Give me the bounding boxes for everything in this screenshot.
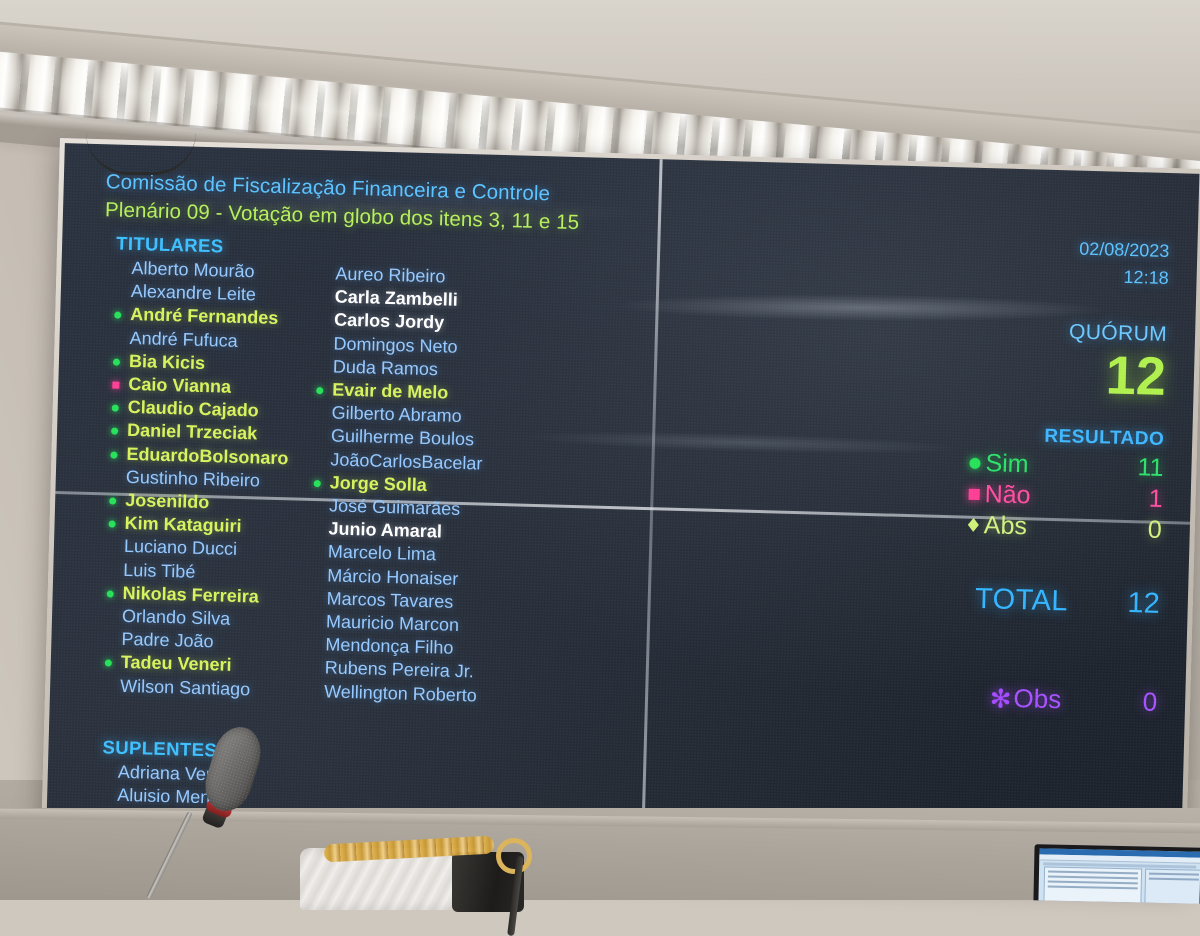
member-name-label: Junio Amaral — [328, 518, 443, 542]
member-name-label: Mendonça Filho — [325, 634, 454, 659]
meeting-room-photo: Comissão de Fiscalização Financeira e Co… — [0, 0, 1200, 936]
vote-yes-marker-icon — [106, 590, 114, 598]
member-name-label: Josenildo — [124, 489, 210, 513]
desk-monitor — [1033, 844, 1200, 904]
panel-header: Comissão de Fiscalização Financeira e Co… — [105, 170, 786, 240]
member-name-label: Evair de Melo — [332, 379, 449, 403]
member-name-label: Nikolas Ferreira — [122, 582, 260, 607]
vote-yes-marker-icon — [108, 520, 116, 528]
member-name-label: Marcelo Lima — [327, 541, 437, 565]
square-marker-icon — [968, 488, 982, 500]
obs-label: Obs — [1013, 683, 1062, 715]
member-name-label: Claudio Cajado — [127, 397, 259, 421]
member-name-label: JoãoCarlosBacelar — [330, 449, 483, 474]
member-name-entry: Wilson Santiago — [104, 674, 315, 703]
result-value-nao: 1 — [1148, 484, 1164, 513]
titulares-heading: TITULARES — [115, 232, 224, 257]
result-label-nao: Não — [984, 480, 1031, 510]
member-name-label: EduardoBolsonaro — [126, 443, 289, 468]
member-name-label: Alberto Mourão — [131, 257, 255, 282]
vote-yes-marker-icon — [104, 659, 112, 668]
vote-yes-marker-icon — [110, 451, 118, 459]
member-name-label: Wellington Roberto — [323, 681, 478, 706]
total-value: 12 — [1127, 587, 1161, 620]
member-name-label: Márcio Honaiser — [327, 565, 459, 589]
result-value-abs: 0 — [1147, 515, 1163, 544]
vote-yes-marker-icon — [109, 497, 117, 505]
member-name-label: André Fufuca — [129, 327, 238, 351]
member-name-label: Gilberto Abramo — [331, 402, 462, 427]
monitor-panel-right — [1144, 868, 1200, 904]
member-name-label: José Guimarães — [328, 495, 461, 519]
circle-marker-icon — [969, 457, 982, 469]
vote-yes-marker-icon — [110, 427, 119, 436]
member-name-label: Bia Kicis — [128, 350, 206, 373]
result-row-abs: Abs 0 — [832, 507, 1163, 544]
member-name-label: André Fernandes — [129, 304, 279, 329]
member-name-label: Gustinho Ribeiro — [125, 466, 261, 491]
member-list-right: Aureo Ribeiro Carla Zambelli Carlos Jordy D… — [308, 262, 570, 709]
result-label-abs: Abs — [983, 511, 1028, 541]
obs-row: ✻ Obs 0 — [827, 678, 1158, 718]
vote-yes-marker-icon — [316, 387, 324, 395]
handbag-ring — [496, 838, 532, 874]
member-name-label: Padre João — [121, 629, 214, 652]
results-panel: 02/08/2023 12:18 QUÓRUM 12 RESULTADO Sim… — [827, 232, 1170, 718]
member-name-label: Caio Vianna — [128, 373, 232, 397]
member-name-label: Carlos Jordy — [333, 309, 445, 333]
vote-yes-marker-icon — [114, 311, 122, 320]
member-name-label: Domingos Neto — [333, 333, 458, 357]
member-name-label: Rubens Pereira Jr. — [324, 657, 475, 682]
gooseneck-microphone — [146, 721, 300, 900]
member-name-label: Tadeu Veneri — [120, 652, 232, 676]
member-name-label: Guilherme Boulos — [330, 425, 475, 450]
member-name-label: Luciano Ducci — [123, 536, 238, 560]
total-label: TOTAL — [974, 582, 1069, 618]
member-column-left: TITULARES Alberto Mourão Alexandre Leite A… — [104, 233, 326, 703]
total-row: TOTAL 12 — [829, 579, 1161, 621]
member-name-label: Kim Kataguiri — [124, 513, 242, 537]
vote-yes-marker-icon — [313, 479, 321, 488]
member-name-label: Mauricio Marcon — [325, 611, 460, 636]
member-list-left: Alberto Mourão Alexandre Leite André Ferna… — [104, 257, 326, 703]
member-name-label: Alexandre Leite — [130, 281, 257, 305]
diamond-marker-icon — [968, 518, 981, 532]
obs-value: 0 — [1142, 686, 1158, 717]
session-date: 02/08/2023 — [1079, 238, 1170, 262]
quorum-value: 12 — [1105, 345, 1167, 407]
member-name-label: Orlando Silva — [121, 605, 231, 629]
handbag — [300, 835, 550, 936]
member-name-label: Duda Ramos — [332, 356, 439, 380]
monitor-bezel — [1033, 844, 1200, 904]
member-name-label: Jorge Solla — [329, 472, 428, 495]
member-name-label: Marcos Tavares — [326, 588, 454, 612]
monitor-panel-left — [1043, 866, 1143, 904]
result-value-sim: 11 — [1137, 453, 1164, 482]
member-name-label: Daniel Trzeciak — [126, 420, 258, 444]
vote-no-marker-icon — [112, 381, 120, 389]
member-name-label: Carla Zambelli — [334, 286, 459, 311]
member-column-right: Aureo Ribeiro Carla Zambelli Carlos Jordy D… — [308, 238, 570, 709]
asterisk-icon: ✻ — [989, 682, 1012, 714]
result-label-sim: Sim — [985, 449, 1029, 479]
member-name-label: Aureo Ribeiro — [335, 263, 446, 287]
monitor-screen — [1038, 848, 1200, 904]
session-time: 12:18 — [1123, 266, 1169, 289]
vote-yes-marker-icon — [111, 404, 119, 412]
member-name-label: Luis Tibé — [123, 559, 196, 582]
member-name-label: Wilson Santiago — [119, 675, 251, 700]
vote-yes-marker-icon — [112, 358, 121, 366]
